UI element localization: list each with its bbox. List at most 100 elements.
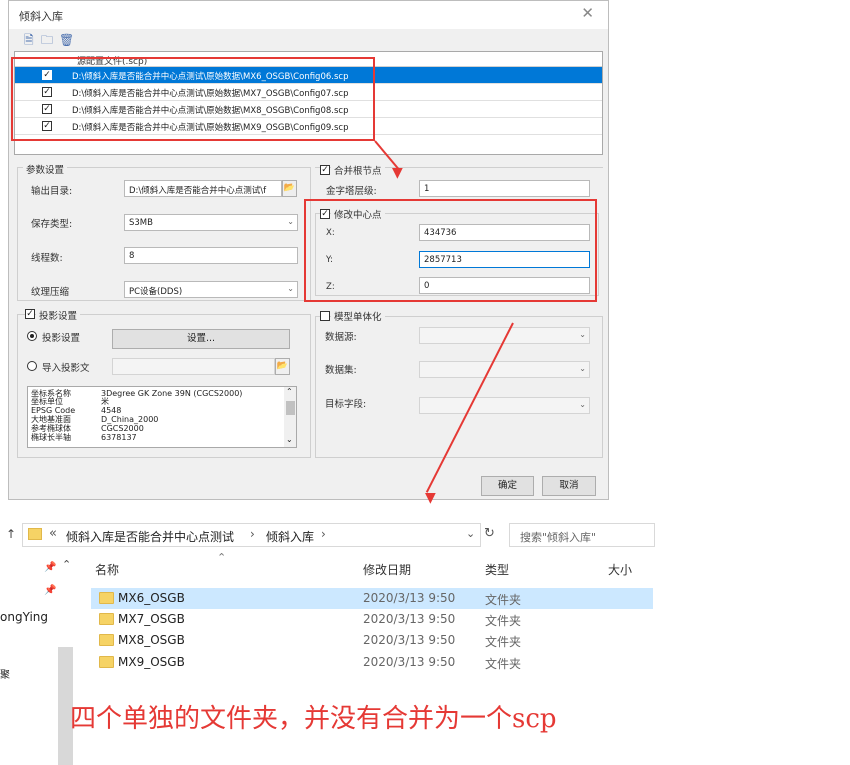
folder-icon xyxy=(99,634,114,646)
dataset-label: 数据集: xyxy=(325,365,357,376)
nav-pane-item[interactable]: ongYing xyxy=(0,610,48,624)
save-type-label: 保存类型: xyxy=(31,219,73,230)
nav-pane-item[interactable]: 聚 xyxy=(0,666,10,681)
folder-name: MX7_OSGB xyxy=(118,612,185,626)
list-item: 大地基准面 D_China_2000 xyxy=(31,415,159,424)
import-projection-label: 导入投影文 xyxy=(42,363,90,374)
chevron-down-icon[interactable]: ⌄ xyxy=(466,527,475,540)
folder-date: 2020/3/13 9:50 xyxy=(363,591,456,605)
chevron-down-icon[interactable]: ⌄ xyxy=(286,435,293,444)
folder-icon xyxy=(99,656,114,668)
chevron-down-icon: ⌄ xyxy=(579,400,586,409)
folder-date: 2020/3/13 9:50 xyxy=(363,655,456,669)
table-row[interactable]: MX7_OSGB 2020/3/13 9:50 文件夹 xyxy=(91,609,653,630)
model-title: 模型单体化 xyxy=(331,309,385,323)
list-item: EPSG Code 4548 xyxy=(31,406,122,415)
folder-date: 2020/3/13 9:50 xyxy=(363,612,456,626)
folder-type: 文件夹 xyxy=(485,635,522,649)
scrollbar-thumb[interactable] xyxy=(286,401,295,415)
import-projection-radio[interactable] xyxy=(27,361,37,371)
breadcrumb-sep: › xyxy=(250,527,255,541)
folder-type: 文件夹 xyxy=(485,593,522,607)
pyramid-input[interactable]: 1 xyxy=(419,180,590,197)
dataset-select: ⌄ xyxy=(419,361,590,378)
folder-icon xyxy=(99,613,114,625)
add-folder-icon[interactable]: 🗀 xyxy=(41,34,53,46)
list-item: 坐标单位米 xyxy=(31,397,109,406)
scrollbar[interactable]: ⌃ ⌄ xyxy=(284,387,296,447)
folder-icon: 📂 xyxy=(283,183,296,193)
projection-radio[interactable] xyxy=(27,331,37,341)
projection-file-input xyxy=(112,358,275,375)
search-input[interactable]: 搜索"倾斜入库" xyxy=(509,523,655,547)
file-explorer: ↑ « 倾斜入库是否能合并中心点测试 › 倾斜入库 › ⌄ ↻ 搜索"倾斜入库"… xyxy=(0,518,660,765)
output-dir-label: 输出目录: xyxy=(31,186,73,197)
folder-type: 文件夹 xyxy=(485,657,522,671)
folder-date: 2020/3/13 9:50 xyxy=(363,633,456,647)
pin-icon[interactable]: 📌 xyxy=(44,585,56,596)
projection-group-title: 投影设置 xyxy=(36,308,81,322)
pin-icon[interactable]: 📌 xyxy=(44,562,56,573)
datasource-label: 数据源: xyxy=(325,332,357,343)
dialog-titlebar: 倾斜入库 ✕ xyxy=(9,1,608,29)
texture-label: 纹理压缩 xyxy=(31,287,70,298)
save-type-select[interactable]: S3MB ⌄ xyxy=(124,214,298,231)
params-group-title: 参数设置 xyxy=(23,162,68,176)
table-row[interactable]: MX8_OSGB 2020/3/13 9:50 文件夹 xyxy=(91,630,653,651)
dialog-title: 倾斜入库 xyxy=(19,10,63,23)
threads-input[interactable]: 8 xyxy=(124,247,298,264)
texture-value: PC设备(DDS) xyxy=(129,287,183,297)
projection-settings-button[interactable]: 设置... xyxy=(112,329,290,349)
merge-root-checkbox[interactable]: ✓ xyxy=(320,165,330,175)
ok-button[interactable]: 确定 xyxy=(481,476,534,496)
arrow-head-icon: ▼ xyxy=(392,165,403,181)
breadcrumb-sep: › xyxy=(321,527,326,541)
breadcrumb-prefix: « xyxy=(49,526,57,541)
add-file-icon[interactable]: 🗎 xyxy=(24,34,34,46)
column-header-name[interactable]: 名称 xyxy=(95,561,119,578)
save-type-value: S3MB xyxy=(129,218,153,228)
table-row[interactable]: MX6_OSGB 2020/3/13 9:50 文件夹 xyxy=(91,588,653,609)
annotation-box-files xyxy=(11,57,375,141)
annotation-caption: 四个单独的文件夹，并没有合并为一个scp xyxy=(70,704,557,734)
breadcrumb-item[interactable]: 倾斜入库 xyxy=(266,528,314,545)
target-field-label: 目标字段: xyxy=(325,399,367,410)
model-checkbox[interactable] xyxy=(320,311,330,321)
chevron-down-icon: ⌄ xyxy=(287,284,294,293)
browse-folder-button[interactable]: 📂 xyxy=(282,180,297,197)
output-dir-input[interactable]: D:\倾斜入库是否能合并中心点测试\f xyxy=(124,180,282,197)
sort-asc-icon: ⌃ xyxy=(217,551,227,564)
table-row[interactable]: MX9_OSGB 2020/3/13 9:50 文件夹 xyxy=(91,652,653,673)
projection-checkbox[interactable]: ✓ xyxy=(25,309,35,319)
column-header-type[interactable]: 类型 xyxy=(485,561,509,578)
browse-projection-button: 📂 xyxy=(275,358,290,375)
texture-select[interactable]: PC设备(DDS) ⌄ xyxy=(124,281,298,298)
threads-label: 线程数: xyxy=(31,253,63,264)
chevron-down-icon: ⌄ xyxy=(579,364,586,373)
projection-radio-label: 投影设置 xyxy=(42,333,81,344)
chevron-down-icon: ⌄ xyxy=(579,330,586,339)
delete-icon[interactable]: 🗑 xyxy=(59,34,74,46)
folder-icon: 📂 xyxy=(276,361,289,371)
up-arrow-icon[interactable]: ↑ xyxy=(6,527,16,541)
close-icon[interactable]: ✕ xyxy=(581,4,594,22)
cancel-button[interactable]: 取消 xyxy=(542,476,596,496)
address-bar[interactable]: « 倾斜入库是否能合并中心点测试 › 倾斜入库 › ⌄ xyxy=(22,523,481,547)
arrow-head-icon: ▼ xyxy=(425,490,436,506)
breadcrumb-item[interactable]: 倾斜入库是否能合并中心点测试 xyxy=(66,528,234,545)
folder-icon xyxy=(28,528,42,540)
chevron-up-icon[interactable]: ⌃ xyxy=(286,387,293,396)
folder-name: MX9_OSGB xyxy=(118,655,185,669)
folder-name: MX6_OSGB xyxy=(118,591,185,605)
chevron-down-icon: ⌄ xyxy=(287,217,294,226)
list-item: 参考椭球体 CGCS2000 xyxy=(31,424,144,433)
column-header-date[interactable]: 修改日期 xyxy=(363,561,411,578)
chevron-up-icon[interactable]: ⌃ xyxy=(62,558,71,571)
target-field-select: ⌄ xyxy=(419,397,590,414)
pyramid-label: 金字塔层级: xyxy=(326,186,377,197)
projection-info-list: 坐标系名称 3Degree GK Zone 39N (CGCS2000) 坐标单位… xyxy=(27,386,297,448)
refresh-icon[interactable]: ↻ xyxy=(484,526,495,541)
column-header-size[interactable]: 大小 xyxy=(608,561,632,578)
folder-name: MX8_OSGB xyxy=(118,633,185,647)
merge-root-title: 合并根节点 xyxy=(331,163,385,177)
